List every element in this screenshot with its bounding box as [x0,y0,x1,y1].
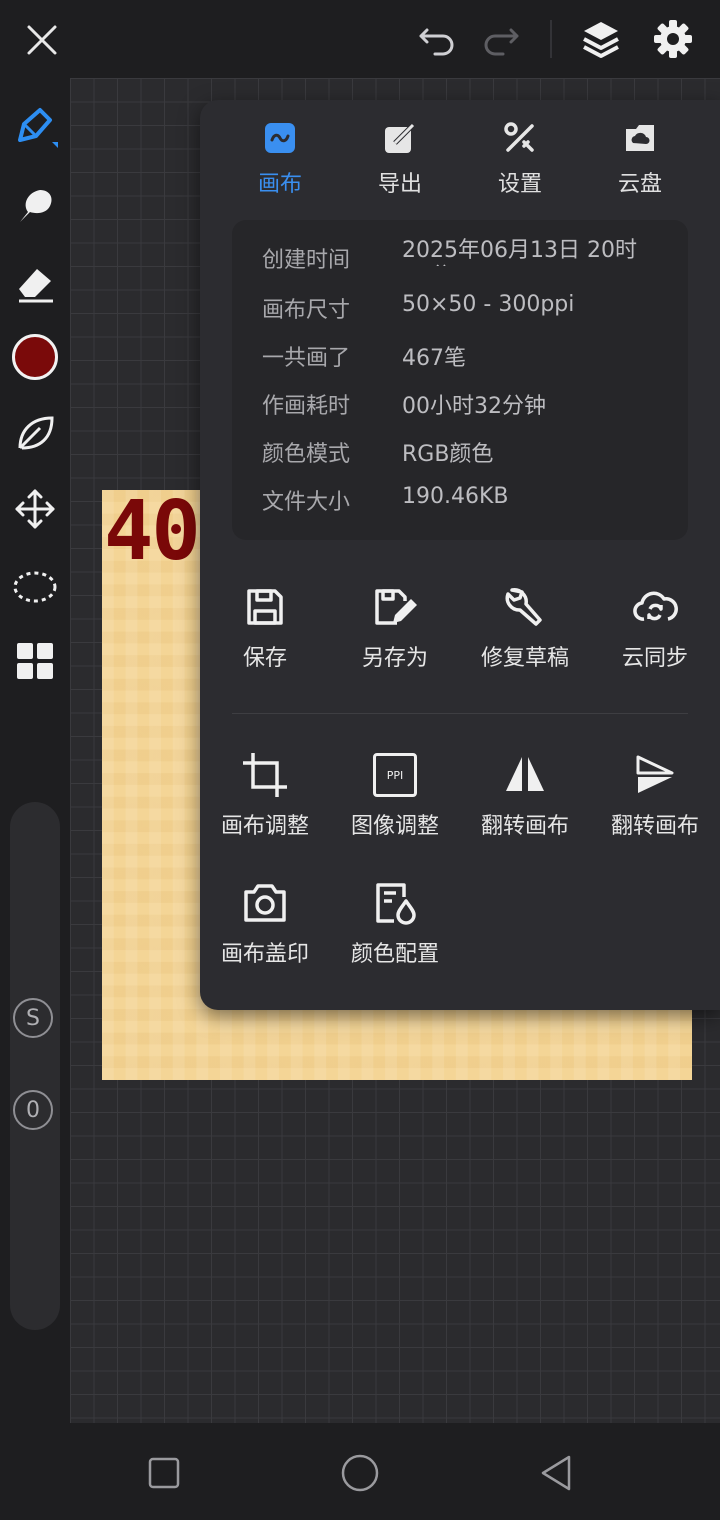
tab-label: 导出 [377,172,422,197]
flip-horizontal-label: 翻转画布 [480,814,569,839]
panel-tabs: 画布 导出 设置 云盘 [200,118,720,208]
info-key: 文件大小 [262,490,351,515]
cloud-sync-label: 云同步 [621,646,688,671]
camera-icon [240,878,290,928]
tab-export[interactable]: 导出 [340,118,460,208]
canvas-panel: 画布 导出 设置 云盘 创建时间 2025年06月13日 20时48分 画布 [200,100,720,1010]
smudge-tool-icon[interactable] [10,180,60,230]
info-key: 创建时间 [262,248,351,273]
info-row-file-size: 文件大小 190.46KB [262,484,682,524]
info-key: 作画耗时 [262,394,351,419]
image-adjust-button[interactable]: PPI 图像调整 [330,750,460,860]
info-value: 50×50 - 300ppi [402,292,575,317]
opacity-badge[interactable]: 0 [13,1090,53,1130]
info-row-created: 创建时间 2025年06月13日 20时48分 [262,238,682,282]
color-config-label: 颜色配置 [350,942,439,967]
undo-icon[interactable] [414,18,460,62]
leaf-tool-icon[interactable] [10,408,60,458]
canvas-adjust-label: 画布调整 [220,814,309,839]
flip-vertical-icon [630,750,680,800]
color-swatch[interactable] [10,332,60,382]
wrench-icon [500,582,550,632]
artwork-text: 40 [104,490,201,579]
info-value: RGB颜色 [402,442,494,467]
info-row-color-mode: 颜色模式 RGB颜色 [262,436,682,476]
redo-icon[interactable] [478,18,524,62]
ppi-icon-text: PPI [373,753,417,797]
info-key: 画布尺寸 [262,298,351,323]
info-value: 2025年06月13日 20时48分 [402,238,637,266]
gear-icon[interactable] [650,16,696,62]
save-as-label: 另存为 [361,646,428,671]
cloud-sync-icon [630,582,680,632]
canvas-stamp-button[interactable]: 画布盖印 [200,878,330,988]
info-row-time: 作画耗时 00小时32分钟 [262,388,682,428]
tab-settings[interactable]: 设置 [460,118,580,208]
close-icon[interactable] [20,18,64,62]
info-key: 一共画了 [262,346,351,371]
tab-label: 云盘 [617,172,662,197]
size-badge[interactable]: S [13,998,53,1038]
layers-icon[interactable] [578,16,624,62]
info-value: 190.46KB [402,484,509,509]
canvas-stamp-label: 画布盖印 [220,942,309,967]
crop-icon [240,750,290,800]
save-label: 保存 [242,646,287,671]
flip-horizontal-button[interactable]: 翻转画布 [460,750,590,860]
save-as-icon [370,582,420,632]
tab-canvas[interactable]: 画布 [220,118,340,208]
canvas-icon [260,118,300,158]
tab-label: 画布 [257,172,302,197]
color-config-button[interactable]: 颜色配置 [330,878,460,988]
repair-draft-label: 修复草稿 [480,646,569,671]
system-nav-bar [0,1423,720,1520]
flip-horizontal-icon [500,750,550,800]
settings-tools-icon [500,118,540,158]
back-icon[interactable] [536,1453,576,1493]
move-tool-icon[interactable] [10,484,60,534]
recent-apps-icon[interactable] [144,1453,184,1493]
cloud-drive-icon [620,118,660,158]
tab-cloud-drive[interactable]: 云盘 [580,118,700,208]
info-key: 颜色模式 [262,442,351,467]
cloud-sync-button[interactable]: 云同步 [590,582,720,692]
canvas-adjust-button[interactable]: 画布调整 [200,750,330,860]
eraser-icon[interactable] [10,258,60,308]
actions-divider [232,713,688,714]
flip-vertical-button[interactable]: 翻转画布 [590,750,720,860]
pen-tool-icon[interactable] [10,102,60,152]
info-row-strokes: 一共画了 467笔 [262,340,682,380]
canvas-info-card: 创建时间 2025年06月13日 20时48分 画布尺寸 50×50 - 300… [232,220,688,540]
info-value: 00小时32分钟 [402,394,546,419]
flip-vertical-label: 翻转画布 [610,814,699,839]
save-icon [240,582,290,632]
export-icon [380,118,420,158]
repair-draft-button[interactable]: 修复草稿 [460,582,590,692]
info-value: 467笔 [402,346,466,371]
ppi-icon: PPI [370,750,420,800]
grid-menu-icon[interactable] [10,636,60,686]
info-row-size: 画布尺寸 50×50 - 300ppi [262,292,682,332]
save-as-button[interactable]: 另存为 [330,582,460,692]
lasso-select-icon[interactable] [10,560,60,610]
image-adjust-label: 图像调整 [350,814,439,839]
top-toolbar [0,0,720,78]
tab-label: 设置 [497,172,542,197]
save-button[interactable]: 保存 [200,582,330,692]
home-icon[interactable] [340,1453,380,1493]
color-config-icon [370,878,420,928]
brush-size-slider[interactable] [10,802,60,1330]
toolbar-divider [550,20,552,58]
